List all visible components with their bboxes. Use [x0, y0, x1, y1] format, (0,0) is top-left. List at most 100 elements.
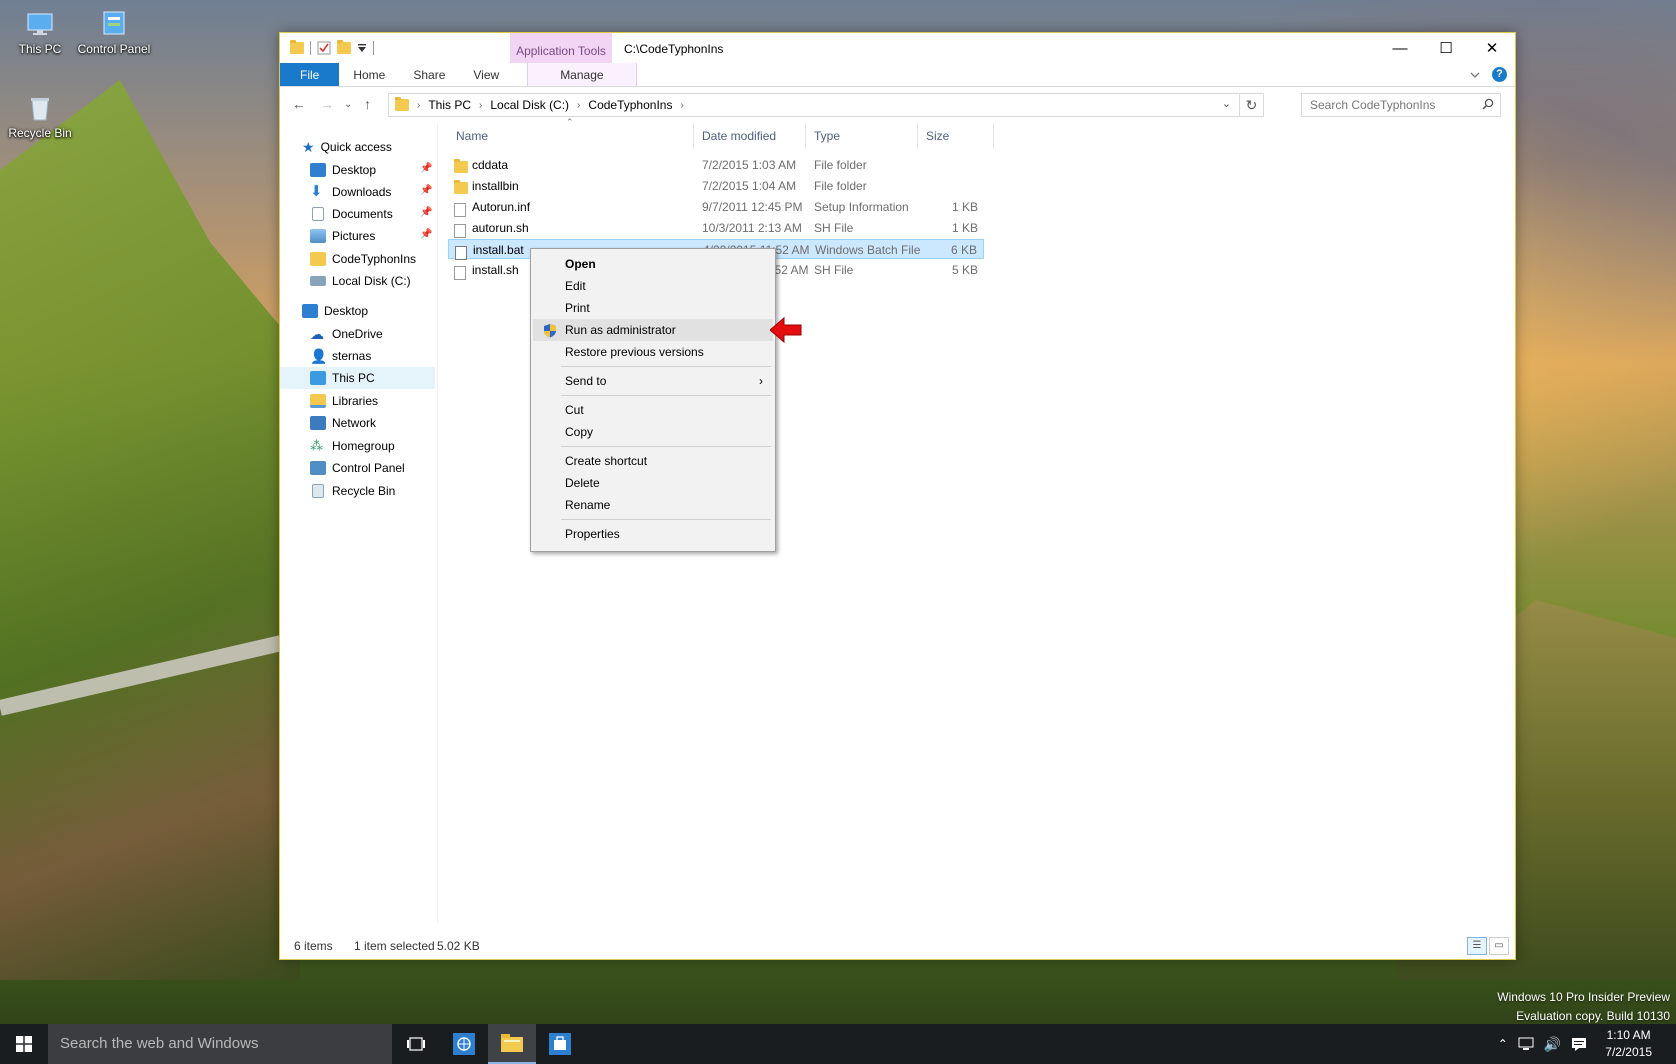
large-icons-view-icon[interactable]: ▭ — [1489, 937, 1509, 955]
breadcrumb-this-pc[interactable]: This PC — [428, 98, 471, 112]
start-button[interactable] — [0, 1024, 48, 1064]
nav-downloads[interactable]: ⬇ Downloads — [310, 181, 391, 203]
nav-local-disk[interactable]: Local Disk (C:) — [310, 270, 411, 292]
pin-icon[interactable]: 📌 — [420, 163, 432, 174]
network-icon[interactable] — [1518, 1037, 1534, 1051]
file-row[interactable]: cddata 7/2/2015 1:03 AM File folder — [448, 155, 984, 175]
nav-codetyphonins[interactable]: CodeTyphonIns — [310, 248, 416, 270]
refresh-button[interactable]: ↻ — [1240, 93, 1264, 117]
up-arrow-icon[interactable]: ↑ — [364, 96, 371, 112]
menu-item-create-shortcut[interactable]: Create shortcut — [533, 450, 773, 472]
menu-item-cut[interactable]: Cut — [533, 399, 773, 421]
menu-item-restore-previous-versions[interactable]: Restore previous versions — [533, 341, 773, 363]
desktop-icon-recycle-bin[interactable]: Recycle Bin — [0, 92, 80, 140]
pin-icon[interactable]: 📌 — [420, 207, 432, 218]
desktop-icon-control-panel[interactable]: Control Panel — [74, 8, 154, 56]
task-view-button[interactable] — [392, 1024, 440, 1064]
clock[interactable]: 1:10 AM 7/2/2015 — [1605, 1027, 1652, 1061]
search-input[interactable]: Search CodeTyphonIns — [1301, 93, 1501, 117]
tab-share[interactable]: Share — [399, 63, 459, 86]
nav-desktop[interactable]: Desktop — [310, 159, 376, 181]
address-row: ← → ⌄ ↑ › This PC › Local Disk (C:) › Co… — [280, 87, 1515, 123]
nav-libraries[interactable]: Libraries — [310, 390, 378, 412]
address-bar[interactable]: › This PC › Local Disk (C:) › CodeTyphon… — [388, 93, 1240, 117]
properties-icon[interactable] — [317, 41, 331, 55]
details-view-icon[interactable]: ☰ — [1467, 937, 1487, 955]
volume-icon[interactable]: 🔊 — [1544, 1036, 1561, 1053]
expand-ribbon-icon[interactable] — [1470, 71, 1480, 79]
menu-item-open[interactable]: Open — [533, 253, 773, 275]
maximize-button[interactable]: ☐ — [1423, 33, 1469, 63]
file-type: File folder — [814, 179, 867, 193]
folder-icon[interactable] — [290, 40, 304, 54]
nav-tree-desktop[interactable]: Desktop — [302, 300, 368, 322]
taskbar-browser-button[interactable] — [440, 1024, 488, 1064]
taskbar-search-input[interactable]: Search the web and Windows — [48, 1024, 392, 1064]
breadcrumb-codetyphonins[interactable]: CodeTyphonIns — [588, 98, 672, 112]
tab-manage[interactable]: Manage — [527, 63, 637, 86]
nav-recycle-bin[interactable]: Recycle Bin — [310, 480, 395, 502]
desktop-icon-this-pc[interactable]: This PC — [0, 8, 80, 56]
pin-icon[interactable]: 📌 — [420, 229, 432, 240]
minimize-button[interactable]: — — [1377, 33, 1423, 63]
document-icon — [312, 207, 324, 221]
nav-pictures[interactable]: Pictures — [310, 225, 375, 247]
tab-file[interactable]: File — [280, 63, 340, 86]
search-icon[interactable] — [1482, 98, 1494, 110]
new-folder-icon[interactable] — [337, 40, 351, 54]
file-explorer-window: Application Tools C:\CodeTyphonIns — ☐ ✕… — [279, 32, 1516, 960]
nav-control-panel[interactable]: Control Panel — [310, 457, 405, 479]
customize-dropdown-icon[interactable] — [357, 43, 367, 53]
taskbar-file-explorer-button[interactable] — [488, 1024, 536, 1064]
address-dropdown-icon[interactable]: ⌄ — [1222, 97, 1231, 110]
help-button[interactable]: ? — [1492, 67, 1507, 82]
chevron-right-icon[interactable]: › — [479, 100, 482, 111]
column-header-name[interactable]: Name — [448, 123, 694, 149]
cloud-icon: ☁ — [310, 326, 324, 342]
file-date: 7/2/2015 1:04 AM — [702, 179, 797, 193]
back-arrow-icon[interactable]: ← — [292, 96, 306, 112]
nav-quick-access[interactable]: ★ Quick access — [302, 136, 392, 158]
desktop-icon — [310, 163, 326, 177]
file-row[interactable]: autorun.sh 10/3/2011 2:13 AM SH File 1 K… — [448, 218, 984, 238]
forward-arrow-icon[interactable]: → — [320, 96, 334, 112]
tab-home[interactable]: Home — [339, 63, 399, 86]
navigation-pane: ★ Quick access Desktop 📌 ⬇ Downloads 📌 D… — [280, 123, 438, 923]
menu-item-edit[interactable]: Edit — [533, 275, 773, 297]
status-bar: 6 items 1 item selected 5.02 KB ☰ ▭ — [280, 933, 1515, 959]
toolbar-separator — [310, 41, 311, 55]
close-button[interactable]: ✕ — [1469, 33, 1515, 63]
menu-item-send-to[interactable]: Send to › — [533, 370, 773, 392]
pin-icon[interactable]: 📌 — [420, 185, 432, 196]
nav-onedrive[interactable]: ☁ OneDrive — [310, 323, 383, 345]
nav-homegroup[interactable]: ⁂ Homegroup — [310, 435, 395, 457]
menu-item-label: Send to — [565, 374, 607, 388]
quick-access-toolbar — [290, 40, 374, 55]
menu-item-run-as-administrator[interactable]: Run as administrator — [533, 319, 773, 341]
recent-locations-icon[interactable]: ⌄ — [344, 99, 352, 110]
file-name: cddata — [472, 158, 509, 172]
breadcrumb-local-disk[interactable]: Local Disk (C:) — [490, 98, 569, 112]
chevron-right-icon[interactable]: › — [577, 100, 580, 111]
column-header-size[interactable]: Size — [918, 123, 994, 149]
window-controls: — ☐ ✕ — [1377, 33, 1515, 63]
nav-user-sternas[interactable]: 👤 sternas — [310, 345, 371, 367]
nav-network[interactable]: Network — [310, 412, 376, 434]
menu-item-rename[interactable]: Rename — [533, 494, 773, 516]
menu-item-delete[interactable]: Delete — [533, 472, 773, 494]
file-row[interactable]: Autorun.inf 9/7/2011 12:45 PM Setup Info… — [448, 197, 984, 217]
menu-item-copy[interactable]: Copy — [533, 421, 773, 443]
star-icon: ★ — [302, 139, 315, 155]
chevron-right-icon[interactable]: › — [680, 100, 683, 111]
file-row[interactable]: installbin 7/2/2015 1:04 AM File folder — [448, 176, 984, 196]
nav-documents[interactable]: Documents — [310, 203, 393, 225]
action-center-icon[interactable] — [1571, 1037, 1587, 1051]
taskbar-store-button[interactable] — [536, 1024, 584, 1064]
column-header-date[interactable]: Date modified — [694, 123, 806, 149]
show-hidden-icons-icon[interactable]: ⌃ — [1498, 1037, 1508, 1051]
tab-view[interactable]: View — [459, 63, 513, 86]
menu-item-properties[interactable]: Properties — [533, 523, 773, 545]
column-header-type[interactable]: Type — [806, 123, 918, 149]
nav-this-pc[interactable]: This PC — [280, 367, 435, 389]
menu-item-print[interactable]: Print — [533, 297, 773, 319]
